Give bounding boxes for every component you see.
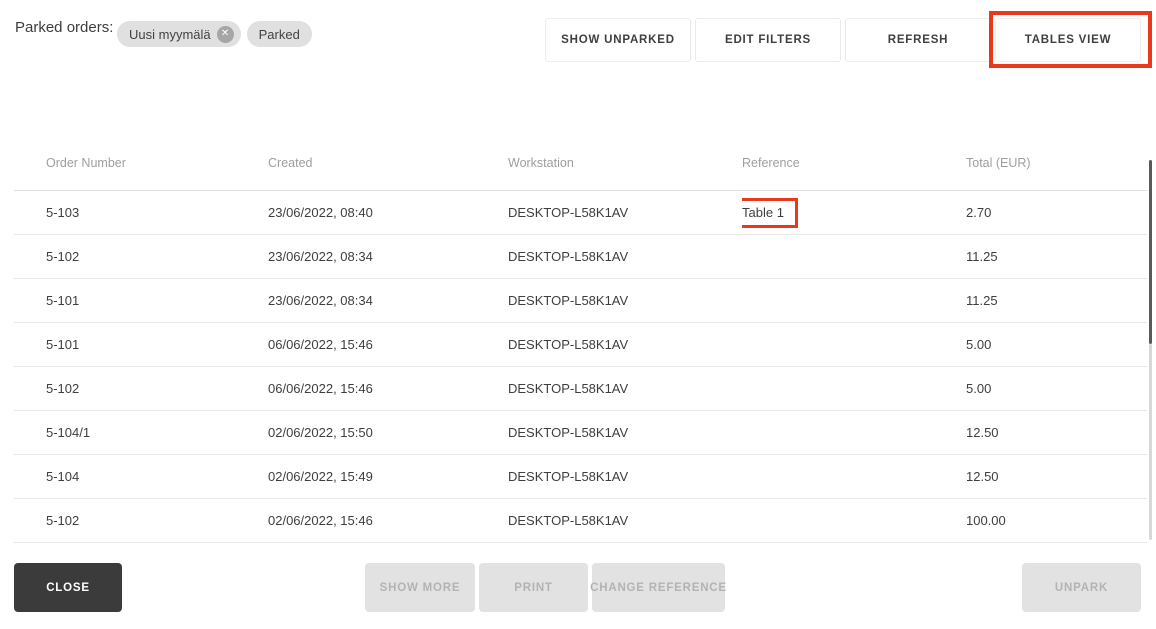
table-cell: 02/06/2022, 15:46 bbox=[268, 513, 373, 528]
table-cell: 12.50 bbox=[966, 469, 999, 484]
table-row[interactable]: 5-104 02/06/2022, 15:49 DESKTOP-L58K1AV … bbox=[14, 454, 1147, 498]
column-total: Total (EUR) bbox=[966, 156, 1031, 170]
refresh-button[interactable]: REFRESH bbox=[845, 18, 991, 62]
table-cell: DESKTOP-L58K1AV bbox=[508, 249, 629, 264]
table-cell: 5-101 bbox=[46, 293, 80, 308]
filter-chip-label: Uusi myymälä bbox=[129, 26, 211, 42]
table-body: 5-103 23/06/2022, 08:40 DESKTOP-L58K1AV … bbox=[14, 190, 1147, 543]
show-unparked-button[interactable]: SHOW UNPARKED bbox=[545, 18, 691, 62]
table-row[interactable]: 5-102 02/06/2022, 15:46 DESKTOP-L58K1AV … bbox=[14, 498, 1147, 542]
close-button[interactable]: CLOSE bbox=[14, 563, 122, 612]
table-cell: 02/06/2022, 15:50 bbox=[268, 425, 373, 440]
table-cell: 5-102 bbox=[46, 513, 80, 528]
close-icon[interactable]: ✕ bbox=[216, 25, 234, 43]
table-cell: DESKTOP-L58K1AV bbox=[508, 425, 629, 440]
print-button[interactable]: PRINT bbox=[479, 563, 588, 612]
column-created: Created bbox=[268, 156, 313, 170]
table-cell: 11.25 bbox=[966, 249, 998, 264]
table-row[interactable]: 5-102 23/06/2022, 08:34 DESKTOP-L58K1AV … bbox=[14, 234, 1147, 278]
table-row[interactable]: 5-103 23/06/2022, 08:40 DESKTOP-L58K1AV … bbox=[14, 190, 1147, 234]
scrollbar-track[interactable] bbox=[1149, 344, 1152, 540]
table-cell: 23/06/2022, 08:34 bbox=[268, 293, 373, 308]
show-more-button[interactable]: SHOW MORE bbox=[365, 563, 475, 612]
parked-orders-label: Parked orders: bbox=[15, 19, 114, 36]
filter-chip-store[interactable]: Uusi myymälä ✕ bbox=[117, 21, 241, 47]
table-row[interactable]: 5-101 06/06/2022, 15:46 DESKTOP-L58K1AV … bbox=[14, 322, 1147, 366]
toolbar: SHOW UNPARKED EDIT FILTERS REFRESH TABLE… bbox=[545, 18, 1141, 62]
table-cell: 5-104/1 bbox=[46, 425, 91, 440]
table-cell: 06/06/2022, 15:46 bbox=[268, 381, 373, 396]
table-cell: 5-102 bbox=[46, 249, 80, 264]
table-cell: 5-102 bbox=[46, 381, 80, 396]
table-row[interactable]: 5-102 06/06/2022, 15:46 DESKTOP-L58K1AV … bbox=[14, 366, 1147, 410]
table-cell: 5-103 bbox=[46, 205, 80, 220]
table-cell: DESKTOP-L58K1AV bbox=[508, 337, 629, 352]
column-workstation: Workstation bbox=[508, 156, 574, 170]
table-cell: DESKTOP-L58K1AV bbox=[508, 293, 629, 308]
edit-filters-button[interactable]: EDIT FILTERS bbox=[695, 18, 841, 62]
table-cell: 5.00 bbox=[966, 381, 992, 396]
table-header: Order Number Created Workstation Referen… bbox=[14, 150, 1147, 176]
table-cell: 11.25 bbox=[966, 293, 998, 308]
table-cell: 06/06/2022, 15:46 bbox=[268, 337, 373, 352]
scrollbar-thumb[interactable] bbox=[1149, 160, 1152, 344]
table-row[interactable]: 5-101 23/06/2022, 08:34 DESKTOP-L58K1AV … bbox=[14, 278, 1147, 322]
table-cell: Table 1 bbox=[742, 197, 966, 228]
table-cell: DESKTOP-L58K1AV bbox=[508, 469, 629, 484]
filter-chip-label: Parked bbox=[258, 26, 300, 42]
tables-view-button[interactable]: TABLES VIEW bbox=[995, 18, 1141, 62]
table-cell: 02/06/2022, 15:49 bbox=[268, 469, 373, 484]
table-cell: 100.00 bbox=[966, 513, 1006, 528]
table-cell: 5-104 bbox=[46, 469, 80, 484]
table-cell: 23/06/2022, 08:34 bbox=[268, 249, 373, 264]
filter-chip-parked[interactable]: Parked bbox=[246, 21, 312, 47]
table-cell: 12.50 bbox=[966, 425, 999, 440]
table-cell: DESKTOP-L58K1AV bbox=[508, 205, 629, 220]
table-cell: DESKTOP-L58K1AV bbox=[508, 513, 629, 528]
change-reference-button[interactable]: CHANGE REFERENCE bbox=[590, 563, 726, 612]
table-cell: 2.70 bbox=[966, 205, 992, 220]
unpark-button[interactable]: UNPARK bbox=[1022, 563, 1141, 612]
table-cell: 5-101 bbox=[46, 337, 80, 352]
filter-chips: Uusi myymälä ✕ Parked bbox=[117, 21, 312, 47]
parked-orders-dialog: Parked orders: Uusi myymälä ✕ Parked SHO… bbox=[0, 0, 1156, 629]
table-cell: 5.00 bbox=[966, 337, 992, 352]
column-order-number: Order Number bbox=[46, 156, 126, 170]
table-cell: 23/06/2022, 08:40 bbox=[268, 205, 373, 220]
column-reference: Reference bbox=[742, 156, 800, 170]
table-cell: DESKTOP-L58K1AV bbox=[508, 381, 629, 396]
table-row[interactable]: 5-104/1 02/06/2022, 15:50 DESKTOP-L58K1A… bbox=[14, 410, 1147, 454]
